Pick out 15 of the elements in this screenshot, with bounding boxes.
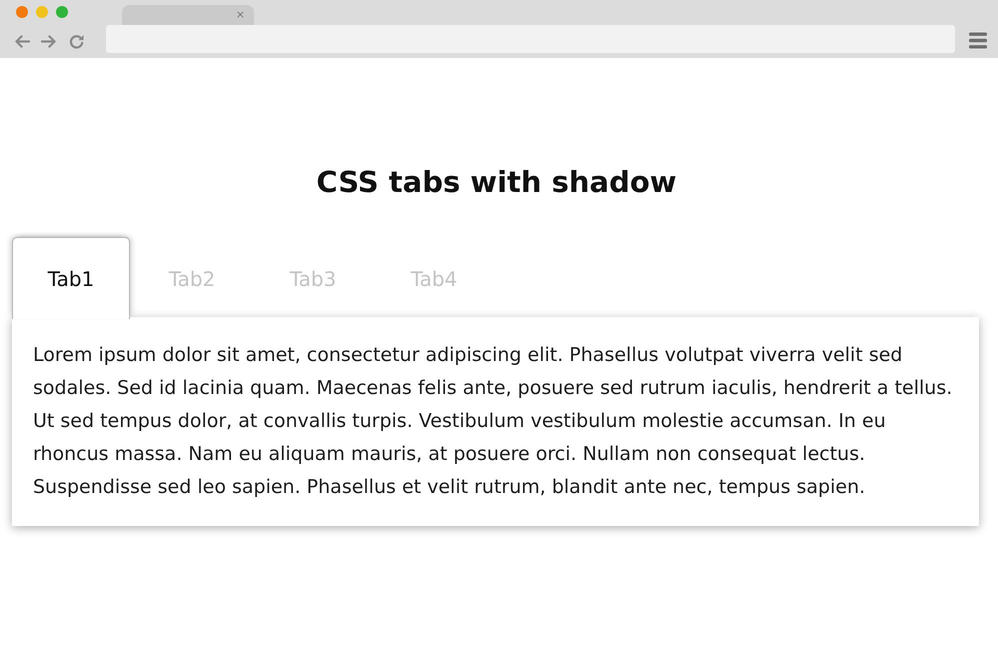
panel-text: Lorem ipsum dolor sit amet, consectetur adipiscing elit. Phasellus volutpat viverra velit sed sodales. Sed id lacinia quam. Maecenas felis ante, posuere sed rutrum iaculis, hendrerit a tellus. Ut sed tempus dolor, at convallis turpis. Vestibulum vestibulum molestie accumsan. In eu rhoncus massa. Nam eu aliquam mauris, at posuere orci. Nullam non consequat lectus. Suspendisse sed leo sapien. Phasellus et velit rutrum, blandit ante nec, tempus sapien.: [33, 343, 954, 500]
back-arrow-icon[interactable]: [15, 35, 30, 48]
page-title: CSS tabs with shadow: [315, 164, 678, 201]
reload-icon[interactable]: [69, 34, 84, 49]
window-maximize-icon[interactable]: [56, 6, 68, 18]
tab[interactable]: Tab1: [12, 237, 130, 319]
tab-close-button[interactable]: ×: [236, 9, 245, 21]
forward-arrow-icon[interactable]: [41, 35, 56, 48]
tab[interactable]: Tab4: [375, 237, 493, 319]
browser-tab[interactable]: ×: [122, 5, 254, 25]
tab[interactable]: Tab2: [133, 237, 251, 319]
tab[interactable]: Tab3: [254, 237, 372, 319]
menu-icon[interactable]: [969, 32, 987, 48]
window-close-icon[interactable]: [16, 6, 28, 18]
address-field[interactable]: [106, 25, 955, 53]
